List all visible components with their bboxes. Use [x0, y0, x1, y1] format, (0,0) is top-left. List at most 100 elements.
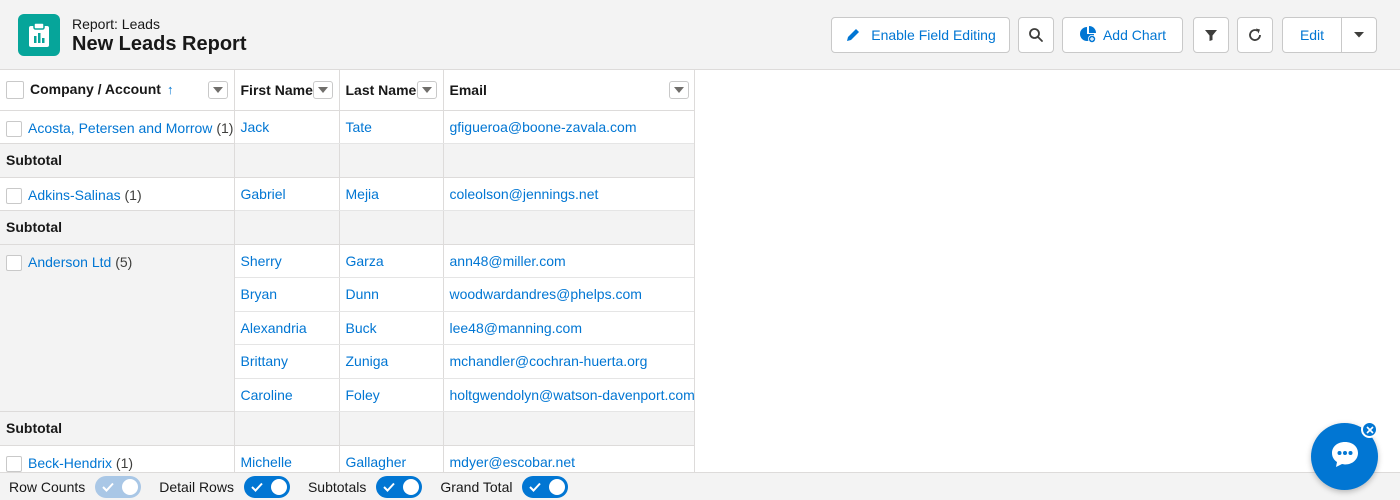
email-link[interactable]: mdyer@escobar.net: [450, 454, 576, 470]
last-name-cell[interactable]: Gallagher: [339, 445, 444, 472]
grand-total-toggle[interactable]: [522, 475, 569, 498]
check-icon: [251, 482, 263, 492]
email-cell[interactable]: coleolson@jennings.net: [443, 177, 694, 211]
email-link[interactable]: gfigueroa@boone-zavala.com: [450, 119, 637, 135]
company-link[interactable]: Beck-Hendrix: [28, 455, 112, 471]
column-header-company[interactable]: Company / Account ↑: [0, 70, 235, 111]
email-cell[interactable]: lee48@manning.com: [443, 311, 694, 345]
last-name-cell[interactable]: Mejia: [339, 177, 444, 211]
email-link[interactable]: holtgwendolyn@watson-davenport.com: [450, 387, 695, 403]
group-cell: Anderson Ltd (5): [0, 244, 235, 412]
last-name-link[interactable]: Foley: [346, 387, 380, 403]
refresh-button[interactable]: [1237, 17, 1273, 53]
email-cell[interactable]: woodwardandres@phelps.com: [443, 277, 694, 312]
first-name-link[interactable]: Brittany: [241, 353, 288, 369]
column-label: First Name: [240, 81, 313, 98]
edit-menu-button[interactable]: [1341, 17, 1377, 53]
first-name-cell[interactable]: Jack: [234, 110, 340, 144]
email-link[interactable]: woodwardandres@phelps.com: [450, 286, 642, 302]
enable-field-editing-button[interactable]: Enable Field Editing: [831, 17, 1010, 53]
detail-rows-toggle[interactable]: [243, 475, 290, 498]
filter-icon: [1204, 28, 1218, 42]
search-button[interactable]: [1018, 17, 1054, 53]
last-name-link[interactable]: Dunn: [346, 286, 379, 302]
row-counts-label: Row Counts: [9, 478, 86, 495]
last-name-link[interactable]: Zuniga: [346, 353, 389, 369]
first-name-cell[interactable]: Sherry: [234, 244, 340, 278]
row-checkbox[interactable]: [6, 254, 22, 271]
first-name-link[interactable]: Jack: [241, 119, 270, 135]
first-name-cell[interactable]: Bryan: [234, 277, 340, 312]
last-name-link[interactable]: Garza: [346, 253, 384, 269]
first-name-link[interactable]: Michelle: [241, 454, 292, 470]
last-name-link[interactable]: Tate: [346, 119, 372, 135]
check-icon: [383, 482, 396, 492]
column-label: Company / Account: [30, 80, 161, 97]
row-checkbox[interactable]: [6, 120, 22, 137]
subtotals-toggle[interactable]: [376, 475, 423, 498]
first-name-link[interactable]: Sherry: [241, 253, 282, 269]
last-name-link[interactable]: Buck: [346, 320, 377, 336]
subtotal-row: Subtotal: [0, 143, 694, 178]
last-name-cell[interactable]: Dunn: [339, 277, 444, 312]
first-name-cell[interactable]: Gabriel: [234, 177, 340, 211]
column-header-last-name[interactable]: Last Name: [339, 70, 444, 111]
email-link[interactable]: mchandler@cochran-huerta.org: [450, 353, 648, 369]
email-link[interactable]: coleolson@jennings.net: [450, 186, 599, 202]
first-name-link[interactable]: Alexandria: [241, 320, 307, 336]
chat-close-button[interactable]: [1361, 421, 1378, 438]
row-checkbox[interactable]: [6, 455, 22, 472]
last-name-cell[interactable]: Tate: [339, 110, 444, 144]
column-header-first-name[interactable]: First Name: [234, 70, 340, 111]
sort-up-icon: ↑: [166, 81, 174, 97]
email-cell[interactable]: mchandler@cochran-huerta.org: [443, 344, 694, 379]
company-link[interactable]: Anderson Ltd: [28, 254, 111, 270]
column-menu-button[interactable]: [207, 81, 228, 99]
refresh-icon: [1247, 27, 1263, 43]
last-name-cell[interactable]: Zuniga: [339, 344, 444, 379]
column-label: Email: [449, 81, 487, 98]
column-header-email[interactable]: Email: [443, 70, 694, 111]
subtotal-label: Subtotal: [0, 143, 235, 178]
filter-button[interactable]: [1193, 17, 1229, 53]
first-name-cell[interactable]: Alexandria: [234, 311, 340, 345]
email-cell[interactable]: ann48@miller.com: [443, 244, 694, 278]
email-link[interactable]: lee48@manning.com: [450, 320, 583, 336]
report-icon: [18, 14, 60, 56]
edit-label: Edit: [1299, 27, 1325, 43]
close-icon: [1365, 421, 1374, 439]
chevron-down-icon: [1353, 31, 1365, 39]
row-checkbox[interactable]: [6, 187, 22, 204]
first-name-cell[interactable]: Michelle: [234, 445, 340, 472]
report-table: Company / Account ↑ First Name Last Name …: [0, 70, 695, 472]
email-cell[interactable]: gfigueroa@boone-zavala.com: [443, 110, 694, 144]
grand-total-label: Grand Total: [440, 478, 513, 495]
column-menu-button[interactable]: [312, 81, 333, 99]
email-link[interactable]: ann48@miller.com: [450, 253, 566, 269]
company-link[interactable]: Acosta, Petersen and Morrow: [28, 120, 212, 136]
first-name-cell[interactable]: Caroline: [234, 378, 340, 412]
search-icon: [1028, 27, 1044, 43]
email-cell[interactable]: holtgwendolyn@watson-davenport.com: [443, 378, 695, 412]
row-counts-toggle[interactable]: [95, 475, 142, 498]
last-name-cell[interactable]: Garza: [339, 244, 444, 278]
select-all-checkbox[interactable]: [6, 80, 24, 99]
first-name-link[interactable]: Caroline: [241, 387, 293, 403]
subtotal-label: Subtotal: [0, 210, 235, 245]
column-menu-button[interactable]: [416, 81, 437, 99]
company-link[interactable]: Adkins-Salinas: [28, 187, 121, 203]
edit-button[interactable]: Edit: [1282, 17, 1342, 53]
detail-rows-label: Detail Rows: [159, 478, 234, 495]
first-name-link[interactable]: Gabriel: [241, 186, 286, 202]
last-name-link[interactable]: Mejia: [346, 186, 379, 202]
email-cell[interactable]: mdyer@escobar.net: [443, 445, 694, 472]
last-name-cell[interactable]: Foley: [339, 378, 444, 412]
subtotal-row: Subtotal: [0, 210, 694, 245]
first-name-link[interactable]: Bryan: [241, 286, 278, 302]
column-menu-button[interactable]: [668, 81, 689, 99]
first-name-cell[interactable]: Brittany: [234, 344, 340, 379]
add-chart-button[interactable]: Add Chart: [1062, 17, 1183, 53]
chat-icon: [1330, 440, 1360, 473]
last-name-cell[interactable]: Buck: [339, 311, 444, 345]
last-name-link[interactable]: Gallagher: [346, 454, 407, 470]
